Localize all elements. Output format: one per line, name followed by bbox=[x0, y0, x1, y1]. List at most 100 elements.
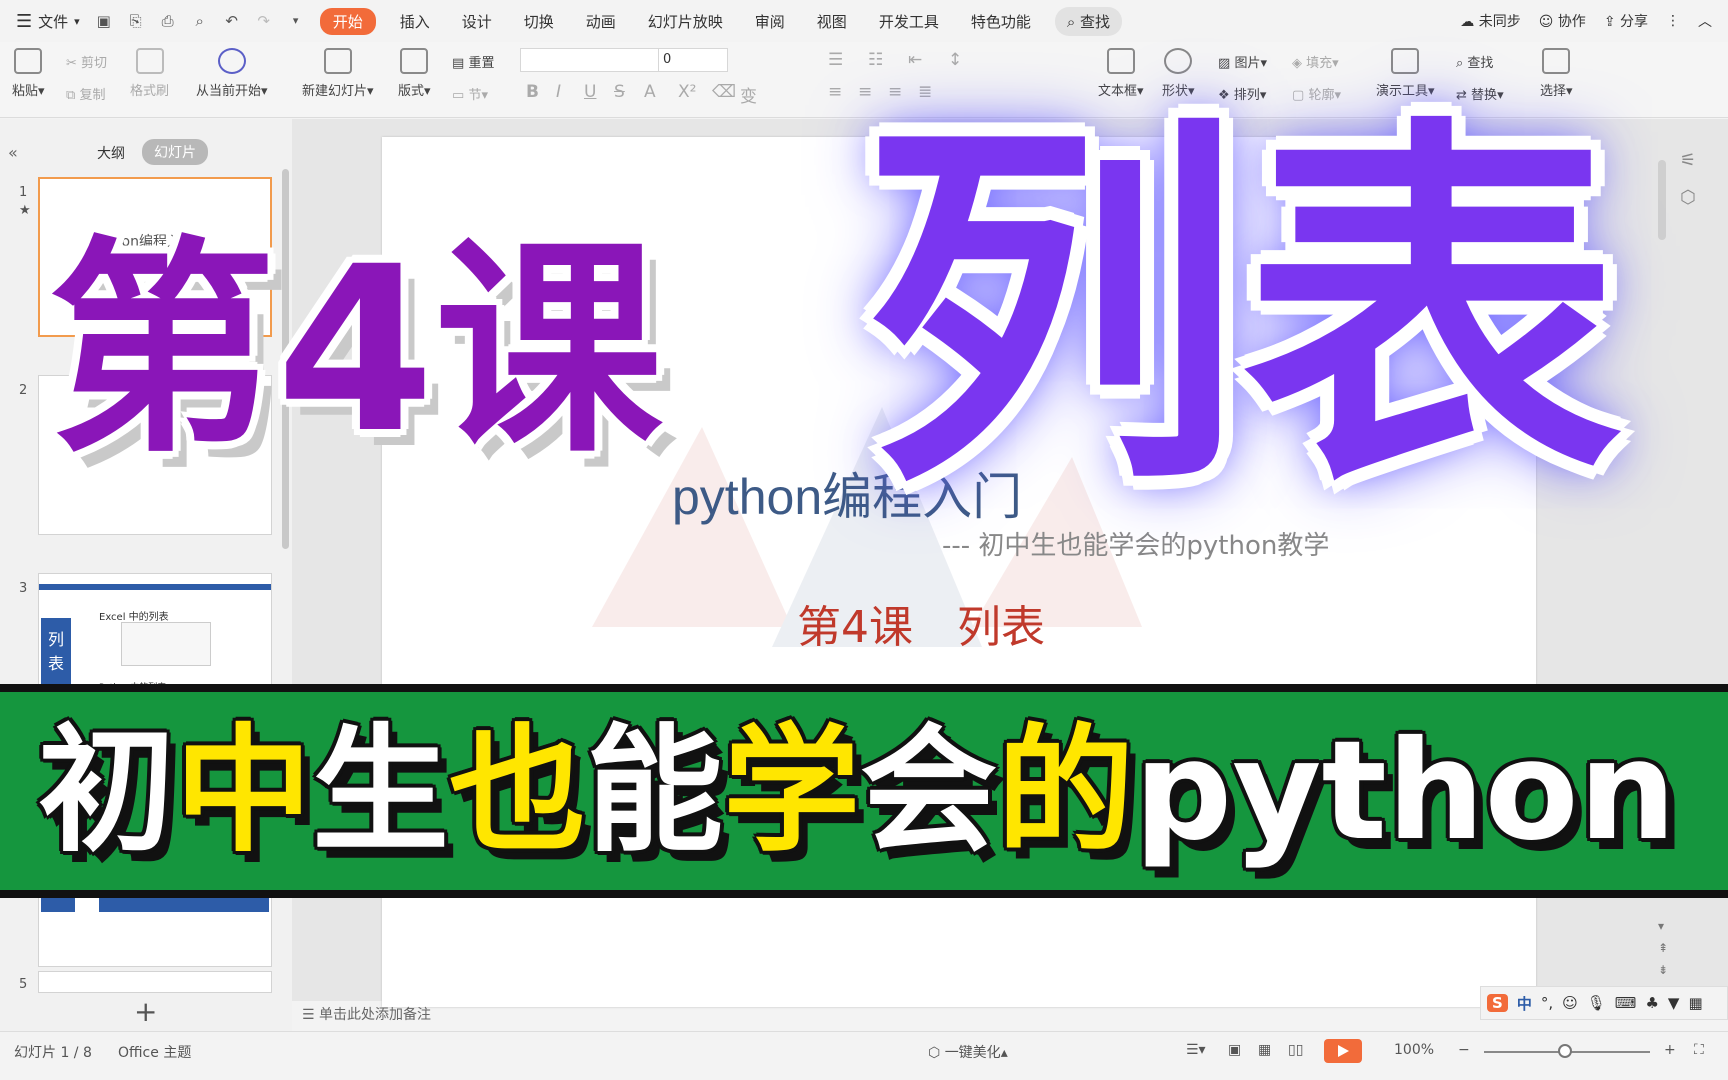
tab-transitions[interactable]: 切换 bbox=[508, 11, 570, 32]
play-icon bbox=[217, 48, 246, 74]
tab-view[interactable]: 视图 bbox=[801, 11, 863, 32]
clear-format-icon[interactable]: ⌫ bbox=[712, 82, 736, 102]
notes-toggle-icon[interactable]: ☰▾ bbox=[1186, 1042, 1206, 1058]
tab-review[interactable]: 审阅 bbox=[739, 11, 801, 32]
status-bar: 幻灯片 1 / 8 Office 主题 ⬡ 一键美化▴ ☰▾ ▣ ▦ ▯▯ 10… bbox=[0, 1031, 1728, 1069]
collaborate-button[interactable]: ☺ 协作 bbox=[1539, 11, 1586, 31]
font-color-icon[interactable]: A bbox=[644, 82, 656, 102]
thumb-side-label: 列表 bbox=[41, 618, 71, 688]
from-current-button[interactable]: 从当前开始▾ bbox=[196, 48, 268, 99]
slide-thumbnail[interactable] bbox=[38, 897, 272, 967]
new-slide-icon bbox=[323, 48, 352, 74]
cursor-icon bbox=[1542, 48, 1571, 74]
bold-icon[interactable]: B bbox=[526, 82, 539, 102]
tab-insert[interactable]: 插入 bbox=[384, 11, 446, 32]
menu-bar: ☰ 文件 ▾ ▣ ⎘ ⎙ ⌕ ↶ ↷ ▾ 开始 插入 设计 切换 动画 幻灯片放… bbox=[0, 0, 1728, 42]
cube-icon[interactable]: ⬡ bbox=[1680, 187, 1720, 208]
thumb-header-bar bbox=[39, 584, 271, 590]
add-slide-icon[interactable]: + bbox=[134, 995, 157, 1028]
tab-developer[interactable]: 开发工具 bbox=[863, 11, 955, 32]
font-name-input[interactable] bbox=[520, 48, 660, 72]
zoom-level[interactable]: 100% bbox=[1394, 1042, 1434, 1058]
customize-icon[interactable]: ▾ bbox=[287, 12, 305, 30]
line-spacing-icon[interactable]: ↕ bbox=[948, 50, 962, 70]
thumb-heading: Excel 中的列表 bbox=[99, 612, 169, 623]
layout-icon bbox=[400, 48, 429, 74]
ime-mode[interactable]: 中 bbox=[1517, 993, 1532, 1014]
reset-icon: ▤ bbox=[452, 56, 465, 71]
brush-icon bbox=[135, 48, 164, 74]
collapse-ribbon-icon[interactable]: ︿ bbox=[1698, 11, 1712, 31]
bullets-icon[interactable]: ☰ bbox=[828, 50, 843, 70]
slide-thumbnail[interactable] bbox=[38, 971, 272, 993]
tab-home[interactable]: 开始 bbox=[319, 7, 376, 35]
skin-icon[interactable]: ♣ bbox=[1645, 994, 1658, 1012]
tab-features[interactable]: 特色功能 bbox=[955, 11, 1047, 32]
emoji-icon[interactable]: ☺ bbox=[1562, 994, 1578, 1012]
banner-char: 初 bbox=[38, 712, 176, 871]
notes-icon: ☰ bbox=[302, 1007, 315, 1023]
picture-button[interactable]: ▨ 图片▾ bbox=[1218, 52, 1267, 71]
tab-slides[interactable]: 幻灯片 bbox=[142, 139, 208, 165]
notes-area[interactable]: ☰ 单击此处添加备注 bbox=[302, 1004, 431, 1024]
zoom-slider-handle[interactable] bbox=[1558, 1044, 1572, 1058]
slide-number: 2 bbox=[19, 383, 28, 398]
export-icon[interactable]: ⎘ bbox=[127, 12, 145, 30]
microphone-icon[interactable]: 🎙 bbox=[1587, 994, 1606, 1012]
search-icon: ⌕ bbox=[1066, 12, 1076, 31]
new-slide-button[interactable]: 新建幻灯片▾ bbox=[302, 48, 374, 99]
cut-button[interactable]: ✂ 剪切 bbox=[66, 52, 107, 71]
paste-button[interactable]: 粘贴▾ bbox=[12, 48, 45, 99]
properties-icon[interactable]: ⚟ bbox=[1680, 150, 1720, 171]
tab-outline[interactable]: 大纲 bbox=[97, 143, 125, 163]
find-button[interactable]: ⌕ 查找 bbox=[1456, 52, 1493, 71]
superscript-icon[interactable]: X² bbox=[678, 82, 696, 102]
zoom-in-icon[interactable]: + bbox=[1664, 1042, 1676, 1058]
italic-icon[interactable]: I bbox=[556, 82, 561, 102]
tab-slideshow[interactable]: 幻灯片放映 bbox=[632, 11, 739, 32]
underline-icon[interactable]: U bbox=[584, 82, 596, 102]
indent-icon[interactable]: ⇤ bbox=[908, 50, 922, 70]
reset-button[interactable]: ▤ 重置 bbox=[452, 52, 494, 71]
font-size-input[interactable]: 0 bbox=[658, 48, 728, 72]
layout-button[interactable]: 版式▾ bbox=[398, 48, 431, 99]
share-button[interactable]: ⇪ 分享 bbox=[1604, 11, 1648, 31]
slide-number: 1 bbox=[19, 185, 28, 200]
tab-animations[interactable]: 动画 bbox=[570, 11, 632, 32]
slide-lesson[interactable]: 第4课 列表 bbox=[797, 591, 1045, 655]
sorter-view-icon[interactable]: ▦ bbox=[1258, 1042, 1271, 1058]
print-preview-icon[interactable]: ⌕ bbox=[191, 12, 209, 30]
search-button[interactable]: ⌕ 查找 bbox=[1054, 6, 1123, 36]
beautify-button[interactable]: ⬡ 一键美化▴ bbox=[928, 1042, 1008, 1062]
banner-char: 学 bbox=[723, 712, 861, 871]
play-slideshow-button[interactable] bbox=[1324, 1039, 1362, 1063]
strikethrough-icon[interactable]: S bbox=[614, 82, 625, 102]
tab-design[interactable]: 设计 bbox=[446, 11, 508, 32]
save-icon[interactable]: ▣ bbox=[95, 12, 113, 30]
grid-icon[interactable]: ▦ bbox=[1688, 994, 1702, 1012]
collapse-panel-icon[interactable]: « bbox=[8, 143, 18, 162]
share-icon: ⇪ bbox=[1603, 14, 1616, 30]
numbering-icon[interactable]: ☷ bbox=[868, 50, 883, 70]
more-icon[interactable]: ⋮ bbox=[1666, 13, 1680, 29]
ime-logo[interactable]: S bbox=[1487, 994, 1508, 1012]
copy-button[interactable]: ⧉ 复制 bbox=[66, 84, 105, 103]
fit-window-icon[interactable]: ⛶ bbox=[1694, 1042, 1704, 1058]
sync-button[interactable]: ☁ 未同步 bbox=[1460, 11, 1520, 31]
print-icon[interactable]: ⎙ bbox=[159, 12, 177, 30]
punctuation-icon[interactable]: °, bbox=[1541, 994, 1553, 1012]
file-menu[interactable]: ☰ 文件 ▾ bbox=[0, 11, 88, 32]
section-button[interactable]: ▭ 节▾ bbox=[452, 84, 488, 103]
redo-icon[interactable]: ↷ bbox=[255, 12, 273, 30]
text-effect-icon[interactable]: 变 bbox=[740, 82, 757, 107]
fill-button[interactable]: ◈ 填充▾ bbox=[1292, 52, 1339, 71]
undo-icon[interactable]: ↶ bbox=[223, 12, 241, 30]
reading-view-icon[interactable]: ▯▯ bbox=[1288, 1042, 1303, 1058]
zoom-out-icon[interactable]: − bbox=[1458, 1042, 1470, 1058]
keyboard-icon[interactable]: ⌨ bbox=[1615, 994, 1637, 1012]
cube-icon: ⬡ bbox=[928, 1045, 941, 1061]
format-painter-button[interactable]: 格式刷 bbox=[130, 48, 169, 99]
normal-view-icon[interactable]: ▣ bbox=[1228, 1042, 1241, 1058]
shirt-icon[interactable]: ▼ bbox=[1668, 994, 1680, 1012]
align-left-icon[interactable]: ≡ bbox=[828, 82, 842, 102]
